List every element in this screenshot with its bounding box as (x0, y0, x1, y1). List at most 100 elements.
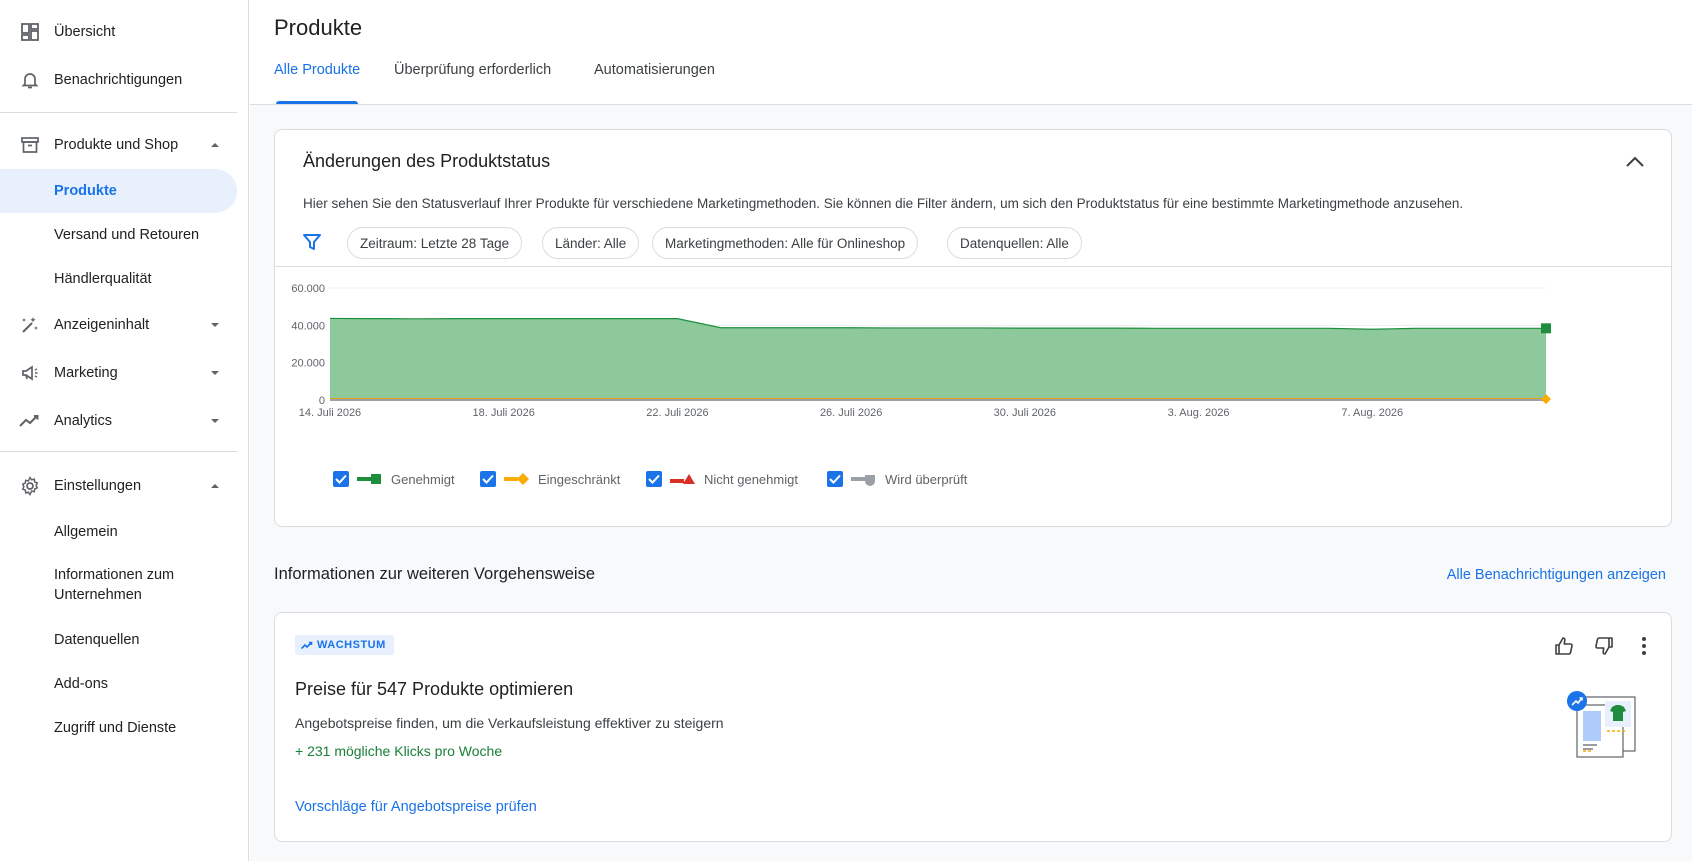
nav-label: Versand und Retouren (54, 227, 200, 243)
nav-label: Produkte und Shop (54, 137, 179, 153)
section-title: Informationen zur weiteren Vorgehensweis… (274, 565, 596, 583)
filter-chip-data-sources[interactable]: Datenquellen: Alle (947, 227, 1082, 259)
gear-icon (19, 475, 41, 497)
nav-sub-general[interactable]: Allgemein (0, 510, 237, 554)
y-tick-label: 0 (319, 395, 325, 407)
nav-item-products-shop[interactable]: Produkte und Shop (0, 123, 237, 167)
magic-wand-icon (19, 314, 41, 336)
nav-sub-merchant-quality[interactable]: Händlerqualität (0, 257, 237, 301)
card-description: Hier sehen Sie den Statusverlauf Ihrer P… (303, 196, 1464, 211)
main-content: Produkte Alle Produkte Überprüfung erfor… (250, 0, 1692, 861)
legend-pending[interactable]: Wird überprüft (827, 469, 967, 489)
growth-badge: WACHSTUM (295, 635, 394, 655)
filter-icon[interactable] (301, 231, 323, 253)
checkbox-checked-icon (827, 471, 843, 487)
nav-sub-products[interactable]: Produkte (0, 169, 237, 213)
caret-down-icon (210, 416, 220, 426)
badge-label: WACHSTUM (317, 639, 386, 651)
legend-label: Genehmigt (391, 471, 455, 487)
recommendation-metric: + 231 mögliche Klicks pro Woche (295, 743, 503, 759)
nav-item-ad-content[interactable]: Anzeigeninhalt (0, 303, 237, 347)
more-vert-icon[interactable] (1631, 633, 1657, 659)
y-tick-label: 60.000 (291, 283, 325, 295)
thumbs-up-icon[interactable] (1551, 633, 1577, 659)
tab-review-required[interactable]: Überprüfung erforderlich (394, 62, 551, 104)
sidebar-divider (0, 112, 237, 113)
series-area-approved (330, 318, 1546, 400)
legend-label: Wird überprüft (885, 471, 968, 487)
thumbs-down-icon[interactable] (1591, 633, 1617, 659)
series-swatch-icon (504, 472, 530, 486)
tab-all-products[interactable]: Alle Produkte (274, 62, 360, 104)
filter-chip-period[interactable]: Zeitraum: Letzte 28 Tage (347, 227, 523, 259)
recommendation-actions (1551, 633, 1657, 659)
nav-sub-data-sources[interactable]: Datenquellen (0, 618, 237, 662)
sidebar-divider (0, 451, 237, 452)
tab-indicator (276, 101, 359, 104)
page-title: Produkte (274, 15, 363, 40)
tab-label: Überprüfung erforderlich (394, 62, 552, 78)
nav-label: Einstellungen (54, 478, 142, 494)
nav-item-overview[interactable]: Übersicht (0, 10, 237, 54)
legend-approved[interactable]: Genehmigt (333, 469, 455, 489)
x-tick-label: 22. Juli 2026 (646, 407, 708, 419)
checkbox-checked-icon (333, 471, 349, 487)
recommendation-title: Preise für 547 Produkte optimieren (295, 679, 574, 699)
x-tick-label: 26. Juli 2026 (820, 407, 882, 419)
legend-disapproved[interactable]: Nicht genehmigt (646, 469, 798, 489)
nav-label: Analytics (54, 413, 113, 429)
checkbox-checked-icon (646, 471, 662, 487)
nav-sub-addons[interactable]: Add-ons (0, 662, 237, 706)
chevron-up-icon[interactable] (1621, 148, 1649, 176)
nav-label: Anzeigeninhalt (54, 317, 150, 333)
legend-label: Nicht genehmigt (704, 471, 798, 487)
nav-label: Datenquellen (54, 632, 140, 648)
y-tick-label: 40.000 (291, 320, 325, 332)
legend-limited[interactable]: Eingeschränkt (480, 469, 620, 489)
series-end-marker-approved (1541, 323, 1551, 334)
x-tick-label: 7. Aug. 2026 (1341, 407, 1403, 419)
archive-icon (19, 134, 41, 156)
dashboard-icon (19, 21, 41, 43)
nav-label: Produkte (54, 183, 117, 199)
legend-label: Eingeschränkt (538, 471, 621, 487)
trending-line-icon (19, 410, 41, 432)
recommendation-description: Angebotspreise finden, um die Verkaufsle… (295, 715, 724, 731)
series-swatch-icon (851, 472, 877, 486)
nav-label: Allgemein (54, 524, 118, 540)
product-status-card: Änderungen des Produktstatus Hier sehen … (274, 129, 1672, 527)
recommendation-card: WACHSTUM Preise für 547 Produkte optimie… (274, 612, 1672, 842)
y-tick-label: 20.000 (291, 358, 325, 370)
x-tick-label: 18. Juli 2026 (473, 407, 535, 419)
view-all-notifications-link[interactable]: Alle Benachrichtigungen anzeigen (1447, 567, 1666, 583)
nav-sub-business-info[interactable]: Informationen zum Unternehmen (0, 557, 237, 613)
bell-icon (19, 69, 41, 91)
caret-up-icon (210, 481, 220, 491)
filter-chip-marketing-methods[interactable]: Marketingmethoden: Alle für Onlineshop (652, 227, 919, 259)
caret-up-icon (210, 140, 220, 150)
nav-sub-access[interactable]: Zugriff und Dienste (0, 706, 237, 750)
nav-item-notifications[interactable]: Benachrichtigungen (0, 58, 237, 102)
trending-up-icon (301, 641, 313, 650)
review-price-suggestions-link[interactable]: Vorschläge für Angebotspreise prüfen (295, 799, 537, 815)
nav-item-marketing[interactable]: Marketing (0, 351, 237, 395)
nav-sub-shipping[interactable]: Versand und Retouren (0, 213, 237, 257)
caret-down-icon (210, 368, 220, 378)
caret-down-icon (210, 320, 220, 330)
checkbox-checked-icon (480, 471, 496, 487)
tab-label: Alle Produkte (274, 62, 361, 78)
nav-label: Übersicht (54, 24, 116, 40)
nav-item-settings[interactable]: Einstellungen (0, 464, 237, 508)
nav-label: Informationen zum Unternehmen (54, 567, 175, 603)
page-header: Produkte Alle Produkte Überprüfung erfor… (250, 0, 1692, 105)
megaphone-icon (19, 362, 41, 384)
card-divider (275, 266, 1671, 267)
nav-item-analytics[interactable]: Analytics (0, 399, 237, 443)
nav-label: Zugriff und Dienste (54, 720, 177, 736)
nav-label: Benachrichtigungen (54, 72, 183, 88)
filter-chip-countries[interactable]: Länder: Alle (542, 227, 640, 259)
tab-automations[interactable]: Automatisierungen (594, 62, 715, 104)
x-tick-label: 14. Juli 2026 (299, 407, 361, 419)
nav-label: Händlerqualität (54, 271, 152, 287)
tab-label: Automatisierungen (594, 62, 715, 78)
